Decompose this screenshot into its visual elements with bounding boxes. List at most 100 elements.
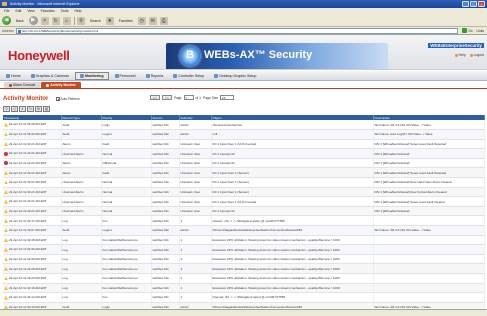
nav-tab-5[interactable]: Controller Setup (169, 72, 208, 80)
table-cell: 22-Apr-10 11:33:21 AM EDT (3, 187, 62, 198)
go-icon (462, 28, 468, 33)
search-icon[interactable]: ⚲ (77, 16, 86, 25)
nav-tab-3[interactable]: Personnel (111, 72, 140, 80)
table-row[interactable]: 22-Apr-10 11:32:36 AM EDT Log Fox.stationW… (3, 244, 485, 255)
search-label[interactable]: Search (88, 19, 103, 23)
logout-label: Logout (473, 53, 484, 57)
auto-refresh-checkbox[interactable] (56, 97, 60, 101)
table-cell: Log (61, 263, 102, 274)
refresh-icon[interactable]: ↻ (27, 106, 34, 112)
menu-item[interactable]: Edit (15, 8, 21, 15)
table-row[interactable]: 22-Apr-10 11:33:21 AM EDT Unarmed Alarm No… (3, 196, 485, 207)
settings-icon[interactable]: ⚙ (35, 106, 42, 112)
export-icon[interactable]: ⇪ (19, 106, 26, 112)
logout-link[interactable]: Logout (469, 53, 484, 57)
forward-button[interactable]: ▶ (28, 16, 38, 25)
favorites-label[interactable]: Favorites (117, 19, 135, 23)
cell-text: 1 (180, 257, 183, 262)
nav-tab-6[interactable]: Desktop Graphic Setup (210, 72, 260, 80)
table-cell: 1 (179, 215, 212, 227)
close-button[interactable]: × (478, 1, 485, 7)
address-input[interactable]: http://10.0.0.1/WEBs/ActivityMonitor/act… (15, 27, 459, 34)
cell-text: /Services/UserService (212, 122, 243, 127)
cell-text: Log (62, 285, 68, 290)
table-row[interactable]: 22-Apr-10 11:33:21 AM EDT Unarmed Alarm No… (3, 206, 485, 217)
cell-text: Normal (102, 151, 113, 156)
back-button[interactable]: ◀ (2, 16, 11, 25)
nav-tab-4[interactable]: Reports (142, 72, 168, 80)
table-row[interactable]: 22-Apr-10 11:33:21 AM EDT Alarm OffNormal w… (3, 158, 485, 169)
cell-text: 22-Apr-10 11:32:12 AM EDT (9, 295, 47, 300)
station-name: WEBsEnterpriseSecurity (428, 43, 484, 48)
table-row[interactable]: 22-Apr-10 11:33:21 AM EDT Unarmed Alarm No… (3, 187, 485, 198)
refresh-icon[interactable]: ↻ (51, 16, 60, 25)
cell-text: 22-Apr-10 11:32:20 AM EDT (9, 276, 47, 281)
page-size-input[interactable]: 25 (220, 95, 235, 100)
table-row[interactable]: 22-Apr-10 11:32:28 AM EDT Log Fox.stationW… (3, 263, 485, 274)
menu-item[interactable]: File (4, 8, 9, 15)
table-row[interactable]: 22-Apr-10 11:32:30 AM EDT Log Fox.stationW… (3, 254, 485, 265)
subtab-1[interactable]: Activity Monitor (41, 82, 81, 88)
page-input[interactable]: 1 (183, 95, 194, 100)
menu-item[interactable]: Favorites (41, 8, 55, 15)
table-row[interactable]: 22-Apr-10 11:33:17 AM EDT Log Fox webSec:01… (3, 215, 485, 227)
cell-text: Normal (102, 180, 113, 185)
grid-toolbar: ⚲ ⎙ ⇪ ↻ ⚙ ▥ (3, 106, 50, 112)
nav-tab-1[interactable]: Graphics & Cameras (27, 72, 73, 80)
maximize-button[interactable]: □ (470, 1, 477, 7)
mail-icon[interactable]: ✉ (148, 16, 157, 25)
subtab-0[interactable]: Alarm Console (4, 82, 41, 88)
cell-text: Log (62, 218, 68, 223)
table-cell: Log (61, 283, 102, 294)
home-icon[interactable]: ⌂ (62, 16, 71, 25)
nav-tab-2[interactable]: Monitoring (74, 71, 109, 80)
menu-item[interactable]: View (27, 8, 34, 15)
table-row[interactable]: 22-Apr-10 11:32:48 AM EDT Log Fox.stationW… (3, 235, 485, 246)
menu-item[interactable]: Help (74, 8, 81, 15)
warning-icon (4, 132, 8, 137)
first-page-button[interactable]: |<< (150, 95, 161, 100)
honeywell-logo: Honeywell (8, 48, 70, 63)
cell-text: webSec:011 (152, 247, 169, 252)
help-link[interactable]: Help (454, 53, 466, 57)
favorites-icon[interactable]: ★ (105, 16, 114, 25)
print-icon[interactable]: ⎙ (159, 16, 168, 25)
table-row[interactable]: 22-Apr-10 11:35:42 AM EDT Audit Logout webS… (3, 129, 485, 140)
table-row[interactable]: 22-Apr-10 11:33:07 AM EDT Audit Logout webS… (3, 225, 485, 236)
table-row[interactable]: 22-Apr-10 11:32:20 AM EDT Log Fox.stationW… (3, 273, 485, 284)
history-icon[interactable]: ◷ (137, 16, 146, 25)
cell-text: Fox.stationWebServers.pu (102, 257, 138, 262)
cell-text: Log (62, 266, 68, 271)
filter-icon[interactable]: ⚲ (3, 106, 10, 112)
print-icon[interactable]: ⎙ (11, 106, 18, 112)
table-row[interactable]: 22-Apr-10 11:33:21 AM EDT Alarm Fault webSe… (3, 167, 485, 179)
cell-text: 22-Apr-10 11:33:21 AM EDT (9, 199, 47, 204)
auto-refresh-toggle[interactable]: Auto Refresh (56, 97, 80, 101)
cell-text: Log (62, 247, 68, 252)
cell-text: /Drivers/NiagaraNetwork/Enterprise/Stati… (212, 228, 303, 233)
table-cell: Unarmed Alarm (61, 177, 102, 188)
table-row[interactable]: 22-Apr-10 11:32:16 AM EDT Log Fox.stationW… (3, 283, 485, 294)
table-row[interactable]: 22-Apr-10 11:33:21 AM EDT Unarmed Alarm No… (3, 148, 485, 159)
go-button[interactable]: Go (460, 28, 474, 33)
window-title: Activity Monitor - Microsoft Internet Ex… (10, 2, 80, 6)
table-cell: DSI 1 [WhoaAlarmClass2] (373, 148, 485, 159)
menu-item[interactable]: Tools (61, 8, 69, 15)
cell-text: Fox.stationWebServers.pu (102, 276, 138, 281)
prev-page-button[interactable]: << (162, 95, 172, 100)
table-row[interactable]: 22-Apr-10 11:33:21 AM EDT Unarmed Alarm No… (3, 177, 485, 188)
table-row[interactable]: 22-Apr-10 11:35:48 AM EDT Audit Login webSe… (3, 120, 485, 131)
minimize-button[interactable]: _ (462, 1, 469, 7)
page-size-label: Page Size (203, 95, 219, 100)
app-header: Honeywell WEBs-AX™ Security WEBsEnterpri… (0, 35, 487, 70)
table-cell: DSI 1 [WhoaAlarmClass2] (373, 158, 485, 169)
back-label[interactable]: Back (14, 19, 26, 23)
stop-icon[interactable]: × (40, 16, 49, 25)
links-label[interactable]: Links (477, 29, 487, 33)
table-cell: Unarmed Alarm (61, 206, 102, 217)
table-row[interactable]: 22-Apr-10 11:32:12 AM EDT Log Fox webSec:01… (3, 292, 485, 303)
table-row[interactable]: 22-Apr-10 11:33:21 AM EDT Alarm Fault webSe… (3, 139, 485, 150)
table-cell: webSec:011 (151, 244, 180, 255)
nav-tab-0[interactable]: Home (2, 72, 25, 80)
columns-icon[interactable]: ▥ (43, 106, 50, 112)
